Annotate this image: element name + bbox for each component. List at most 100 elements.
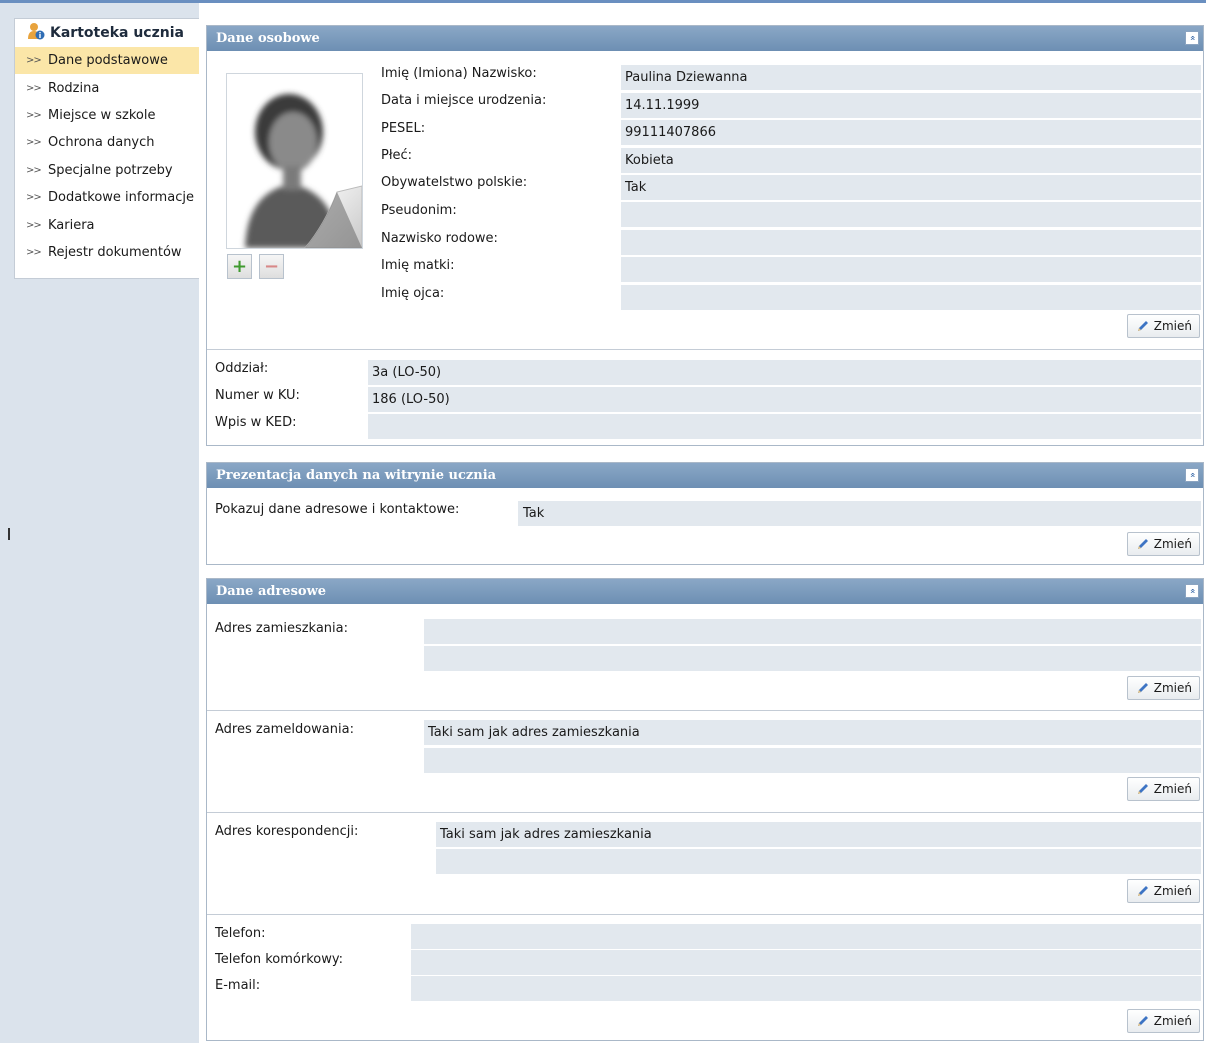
panel-title: Dane adresowe — [216, 584, 327, 599]
sex-label: Płeć: — [381, 148, 413, 163]
nickname-label: Pseudonim: — [381, 203, 457, 218]
change-label: Zmień — [1153, 537, 1192, 551]
nav-item-rodzina[interactable]: >> Rodzina — [15, 74, 200, 101]
birth-value: 14.11.1999 — [621, 93, 1201, 118]
sex-value: Kobieta — [621, 148, 1201, 173]
nav-item-ochrona-danych[interactable]: >> Ochrona danych — [15, 129, 200, 156]
panel-title: Prezentacja danych na witrynie ucznia — [216, 468, 497, 483]
phone-label: Telefon: — [215, 926, 266, 941]
pencil-icon — [1137, 683, 1148, 693]
double-chevron-right-icon: >> — [26, 109, 42, 121]
change-label: Zmień — [1153, 319, 1192, 333]
ku-number-value: 186 (LO-50) — [368, 387, 1201, 412]
change-label: Zmień — [1153, 681, 1192, 695]
minus-icon: − — [263, 256, 280, 277]
collapse-icon[interactable]: « — [1185, 468, 1199, 482]
pencil-icon — [1137, 784, 1148, 794]
residence-line1 — [424, 619, 1201, 644]
remove-photo-button[interactable]: − — [259, 254, 284, 279]
ked-entry-label: Wpis w KED: — [215, 415, 297, 430]
registered-line2 — [424, 748, 1201, 773]
nav-item-label: Dodatkowe informacje — [48, 190, 194, 206]
nav-item-label: Specjalne potrzeby — [48, 162, 173, 178]
plus-icon: + — [231, 256, 248, 277]
splitter-handle[interactable] — [8, 528, 10, 540]
panel-title: Dane osobowe — [216, 31, 320, 46]
change-label: Zmień — [1153, 884, 1192, 898]
pencil-icon — [1137, 539, 1148, 549]
double-chevron-right-icon: >> — [26, 192, 42, 204]
pencil-icon — [1137, 1016, 1148, 1026]
change-label: Zmień — [1153, 1014, 1192, 1028]
pesel-value: 99111407866 — [621, 120, 1201, 145]
nav-item-kariera[interactable]: >> Kariera — [15, 211, 200, 238]
registered-address-label: Adres zameldowania: — [215, 722, 354, 737]
nav-item-miejsce-w-szkole[interactable]: >> Miejsce w szkole — [15, 102, 200, 129]
correspondence-line1: Taki sam jak adres zamieszkania — [436, 822, 1201, 847]
class-value: 3a (LO-50) — [368, 360, 1201, 385]
nav-item-dodatkowe-informacje[interactable]: >> Dodatkowe informacje — [15, 184, 200, 211]
citizenship-label: Obywatelstwo polskie: — [381, 175, 528, 190]
residence-address-label: Adres zamieszkania: — [215, 621, 349, 636]
name-value: Paulina Dziewanna — [621, 65, 1201, 90]
student-photo — [226, 73, 363, 249]
nav-item-label: Miejsce w szkole — [48, 107, 156, 123]
change-presentation-button[interactable]: Zmień — [1127, 532, 1200, 556]
double-chevron-right-icon: >> — [26, 246, 42, 258]
nav-item-label: Rodzina — [48, 80, 100, 96]
change-personal-button[interactable]: Zmień — [1127, 314, 1200, 338]
nav-item-label: Rejestr dokumentów — [48, 244, 182, 260]
email-value — [411, 976, 1201, 1001]
birth-label: Data i miejsce urodzenia: — [381, 93, 547, 108]
section-divider — [207, 710, 1203, 711]
ked-entry-value — [368, 414, 1201, 439]
residence-line2 — [424, 646, 1201, 671]
nav-header: Kartoteka ucznia — [15, 19, 200, 47]
email-label: E-mail: — [215, 978, 261, 993]
father-name-label: Imię ojca: — [381, 286, 445, 301]
nav-item-label: Dane podstawowe — [48, 53, 168, 69]
personal-data-header: Dane osobowe « — [207, 26, 1203, 51]
pencil-icon — [1137, 321, 1148, 331]
phone-value — [411, 924, 1201, 949]
mother-name-label: Imię matki: — [381, 258, 455, 273]
change-contact-button[interactable]: Zmień — [1127, 1009, 1200, 1033]
collapse-icon[interactable]: « — [1185, 584, 1199, 598]
student-info-icon — [27, 22, 45, 44]
double-chevron-right-icon: >> — [26, 55, 42, 67]
nav-item-label: Ochrona danych — [48, 135, 155, 151]
citizenship-value: Tak — [621, 175, 1201, 200]
change-correspondence-button[interactable]: Zmień — [1127, 879, 1200, 903]
address-panel: Dane adresowe « Adres zamieszkania: Zmie… — [206, 578, 1204, 1041]
main-content: Dane osobowe « + − Imię (Imiona) Nazwisk… — [199, 3, 1206, 1043]
pencil-icon — [1137, 886, 1148, 896]
nav-item-label: Kariera — [48, 217, 95, 233]
presentation-header: Prezentacja danych na witrynie ucznia « — [207, 463, 1203, 488]
nav-item-rejestr-dokumentow[interactable]: >> Rejestr dokumentów — [15, 239, 200, 266]
nav-item-dane-podstawowe[interactable]: >> Dane podstawowe — [15, 47, 200, 75]
nav-title: Kartoteka ucznia — [50, 25, 184, 41]
section-divider — [207, 349, 1203, 350]
mobile-value — [411, 950, 1201, 975]
section-divider — [207, 812, 1203, 813]
student-file-nav: Kartoteka ucznia >> Dane podstawowe >> Rod… — [14, 18, 200, 279]
father-name-value — [621, 285, 1201, 310]
double-chevron-right-icon: >> — [26, 137, 42, 149]
double-chevron-right-icon: >> — [26, 164, 42, 176]
class-label: Oddział: — [215, 361, 269, 376]
nav-item-specjalne-potrzeby[interactable]: >> Specjalne potrzeby — [15, 157, 200, 184]
address-header: Dane adresowe « — [207, 579, 1203, 604]
name-label: Imię (Imiona) Nazwisko: — [381, 66, 537, 81]
change-residence-button[interactable]: Zmień — [1127, 676, 1200, 700]
show-contact-label: Pokazuj dane adresowe i kontaktowe: — [215, 502, 460, 517]
maiden-name-value — [621, 230, 1201, 255]
double-chevron-right-icon: >> — [26, 219, 42, 231]
personal-data-panel: Dane osobowe « + − Imię (Imiona) Nazwisk… — [206, 25, 1204, 446]
collapse-icon[interactable]: « — [1185, 31, 1199, 45]
add-photo-button[interactable]: + — [227, 254, 252, 279]
double-chevron-right-icon: >> — [26, 82, 42, 94]
mobile-label: Telefon komórkowy: — [215, 952, 344, 967]
presentation-panel: Prezentacja danych na witrynie ucznia « … — [206, 462, 1204, 565]
change-registered-button[interactable]: Zmień — [1127, 777, 1200, 801]
mother-name-value — [621, 257, 1201, 282]
